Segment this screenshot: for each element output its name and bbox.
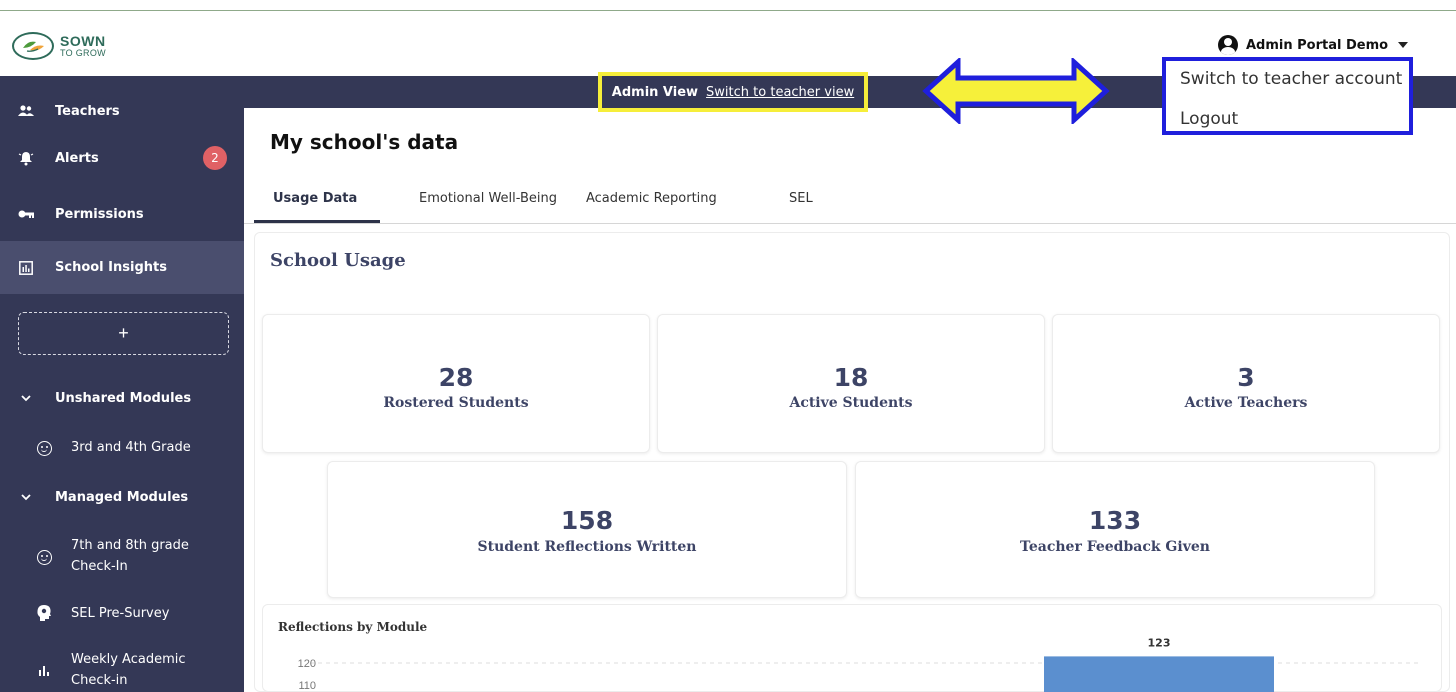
switch-to-teacher-view-link[interactable]: Switch to teacher view <box>706 85 854 100</box>
caret-down-icon <box>1398 42 1409 48</box>
user-menu-toggle[interactable]: Admin Portal Demo <box>1218 34 1409 56</box>
tab-usage-data[interactable]: Usage Data <box>273 191 357 206</box>
module-label-line2: Check-In <box>71 559 128 574</box>
sidebar-item-teachers[interactable]: Teachers <box>0 98 244 124</box>
users-icon <box>18 103 34 119</box>
user-dropdown-menu: Switch to teacher account Logout <box>1162 57 1413 135</box>
chart-bar <box>1044 656 1274 692</box>
stat-value: 18 <box>833 363 869 392</box>
sidebar-section-unshared-modules[interactable]: Unshared Modules <box>0 385 244 411</box>
sidebar-item-school-insights[interactable]: School Insights <box>0 241 244 294</box>
sidebar-item-sel-pre-survey[interactable]: SEL Pre-Survey <box>0 603 244 624</box>
stat-card-active-students: 18 Active Students <box>657 314 1045 453</box>
switch-to-teacher-account-item[interactable]: Switch to teacher account <box>1180 69 1402 89</box>
sidebar-item-alerts[interactable]: Alerts 2 <box>0 145 244 171</box>
smile-icon <box>36 549 52 565</box>
y-tick-label: 120 <box>298 658 316 670</box>
tab-bar: Usage Data Emotional Well-Being Academic… <box>244 180 1456 224</box>
bar-value-label: 123 <box>1148 636 1171 649</box>
chevron-down-icon <box>18 390 34 406</box>
sidebar-item-7th-8th-grade-checkin[interactable]: 7th and 8th grade Check-In <box>0 535 244 577</box>
section-title: School Usage <box>270 250 406 271</box>
chevron-down-icon <box>18 489 34 505</box>
stat-card-student-reflections: 158 Student Reflections Written <box>327 461 847 598</box>
stat-label: Active Students <box>789 395 913 411</box>
page-title: My school's data <box>270 130 459 154</box>
sidebar-item-label: Teachers <box>55 103 120 119</box>
smile-icon <box>36 440 52 456</box>
stat-label: Student Reflections Written <box>477 539 697 555</box>
leaf-icon <box>12 32 54 60</box>
sidebar-item-permissions[interactable]: Permissions <box>0 201 244 227</box>
sidebar-item-label: Permissions <box>55 206 144 222</box>
sidebar-item-3rd-4th-grade[interactable]: 3rd and 4th Grade <box>0 437 244 458</box>
user-circle-icon <box>1218 35 1238 55</box>
user-name: Admin Portal Demo <box>1246 37 1389 53</box>
stat-card-rostered-students: 28 Rostered Students <box>262 314 650 453</box>
brand-line2: TO GROW <box>60 48 106 58</box>
top-divider <box>0 10 1456 11</box>
module-label-line2: Check-in <box>71 673 128 688</box>
double-arrow-annotation <box>922 58 1110 124</box>
stat-card-teacher-feedback: 133 Teacher Feedback Given <box>855 461 1375 598</box>
stat-value: 3 <box>1237 363 1255 392</box>
module-label-line1: 7th and 8th grade <box>71 538 189 553</box>
sidebar-section-managed-modules[interactable]: Managed Modules <box>0 484 244 510</box>
stat-label: Rostered Students <box>383 395 529 411</box>
sidebar-item-label: School Insights <box>55 260 167 275</box>
module-label: SEL Pre-Survey <box>71 606 170 621</box>
stat-label: Active Teachers <box>1184 395 1308 411</box>
module-label-line1: Weekly Academic <box>71 652 186 667</box>
bar-chart-icon <box>18 260 34 276</box>
stat-label: Teacher Feedback Given <box>1020 539 1210 555</box>
tab-sel[interactable]: SEL <box>789 191 813 206</box>
alert-icon <box>18 150 34 166</box>
brand-line1: SOWN <box>60 33 106 49</box>
sidebar-item-label: Alerts <box>55 150 99 166</box>
admin-view-label: Admin View <box>611 84 699 100</box>
reflections-bar-chart: 120 110 123 <box>298 636 1422 692</box>
tab-emotional-well-being[interactable]: Emotional Well-Being <box>419 191 557 206</box>
bar-chart-icon <box>36 662 52 678</box>
admin-view-banner: Admin View Switch to teacher view <box>598 72 868 112</box>
y-tick-label: 110 <box>298 680 316 692</box>
brain-head-icon <box>36 605 52 621</box>
sidebar-item-weekly-academic-checkin[interactable]: Weekly Academic Check-in <box>0 649 244 691</box>
section-label: Unshared Modules <box>55 390 192 406</box>
tab-academic-reporting[interactable]: Academic Reporting <box>586 191 717 206</box>
stat-card-active-teachers: 3 Active Teachers <box>1052 314 1440 453</box>
logout-item[interactable]: Logout <box>1180 109 1238 129</box>
stat-value: 158 <box>560 506 614 535</box>
alerts-count-badge: 2 <box>203 146 227 170</box>
module-label: 3rd and 4th Grade <box>71 440 191 455</box>
active-tab-indicator <box>254 220 380 223</box>
section-label: Managed Modules <box>55 489 189 505</box>
stat-value: 28 <box>438 363 474 392</box>
stat-value: 133 <box>1088 506 1142 535</box>
key-icon <box>18 206 34 222</box>
add-module-button[interactable]: + <box>18 312 229 355</box>
sown-to-grow-logo[interactable]: SOWN TO GROW <box>12 26 142 66</box>
